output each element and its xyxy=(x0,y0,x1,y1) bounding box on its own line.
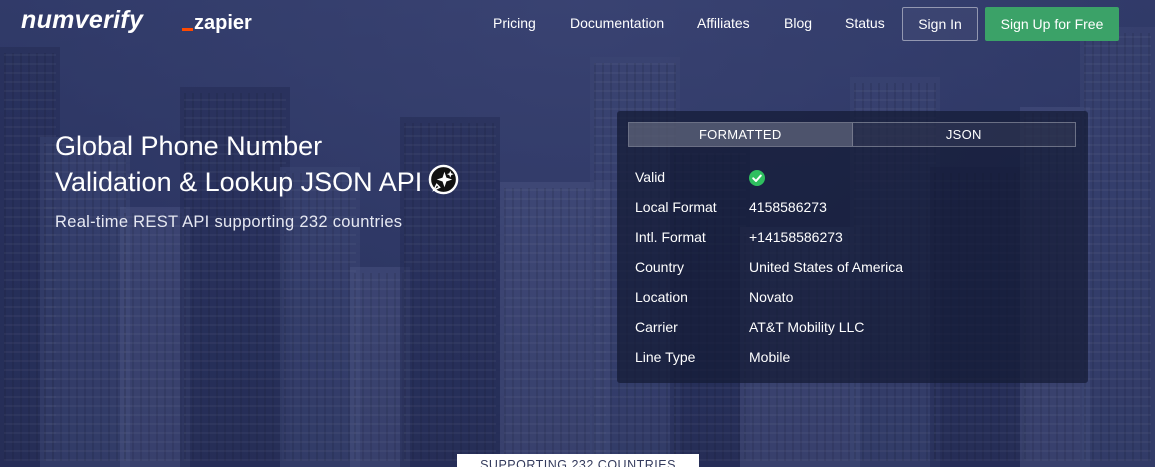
row-value: 4158586273 xyxy=(749,199,827,215)
row-key: Carrier xyxy=(635,319,678,335)
nav-link-documentation[interactable]: Documentation xyxy=(570,15,664,31)
result-tabs: FORMATTED JSON xyxy=(628,122,1076,147)
tab-json[interactable]: JSON xyxy=(851,123,1075,146)
top-nav: numverify zapier Pricing Documentation A… xyxy=(0,0,1155,48)
row-key: Valid xyxy=(635,169,666,185)
row-key: Line Type xyxy=(635,349,696,365)
hero-title: Global Phone Number Validation & Lookup … xyxy=(55,128,575,200)
supporting-countries-badge: SUPPORTING 232 COUNTRIES xyxy=(457,454,699,467)
zapier-dash-icon xyxy=(182,28,193,31)
tab-formatted[interactable]: FORMATTED xyxy=(629,123,852,146)
nav-link-pricing[interactable]: Pricing xyxy=(493,15,536,31)
result-panel: FORMATTED JSON Valid Local Format 415858… xyxy=(617,111,1088,383)
nav-link-status[interactable]: Status xyxy=(845,15,885,31)
nav-link-affiliates[interactable]: Affiliates xyxy=(697,15,750,31)
sparkle-chat-icon[interactable] xyxy=(428,164,459,195)
hero-subtitle: Real-time REST API supporting 232 countr… xyxy=(55,213,403,231)
check-circle-icon xyxy=(749,170,765,186)
hero-title-line1: Global Phone Number xyxy=(55,131,323,161)
row-value: AT&T Mobility LLC xyxy=(749,319,865,335)
numverify-logo[interactable]: numverify xyxy=(21,6,143,35)
row-key: Intl. Format xyxy=(635,229,706,245)
row-value: Mobile xyxy=(749,349,791,365)
row-value: +14158586273 xyxy=(749,229,843,245)
sign-up-button[interactable]: Sign Up for Free xyxy=(985,7,1119,41)
hero-title-line2: Validation & Lookup JSON API xyxy=(55,164,575,200)
row-value: United States of America xyxy=(749,259,904,275)
row-value: Novato xyxy=(749,289,794,305)
zapier-logo[interactable]: zapier xyxy=(182,12,252,35)
row-key: Location xyxy=(635,289,688,305)
sign-in-button[interactable]: Sign In xyxy=(902,7,978,41)
nav-link-blog[interactable]: Blog xyxy=(784,15,812,31)
row-key: Local Format xyxy=(635,199,717,215)
row-key: Country xyxy=(635,259,685,275)
